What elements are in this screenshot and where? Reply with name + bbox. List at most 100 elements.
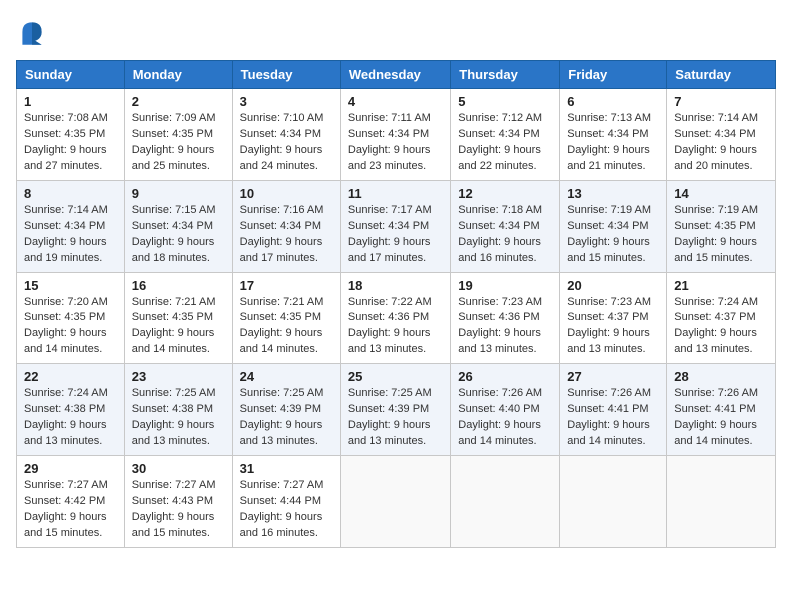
day-number: 30 — [132, 461, 225, 476]
calendar-cell: 14 Sunrise: 7:19 AMSunset: 4:35 PMDayligh… — [667, 180, 776, 272]
day-info: Sunrise: 7:27 AMSunset: 4:44 PMDaylight:… — [240, 478, 333, 542]
calendar-cell: 8 Sunrise: 7:14 AMSunset: 4:34 PMDaylight… — [17, 180, 125, 272]
day-info: Sunrise: 7:12 AMSunset: 4:34 PMDaylight:… — [458, 111, 552, 175]
header-wednesday: Wednesday — [340, 61, 450, 89]
day-info: Sunrise: 7:26 AMSunset: 4:40 PMDaylight:… — [458, 386, 552, 450]
calendar-cell: 26 Sunrise: 7:26 AMSunset: 4:40 PMDayligh… — [451, 364, 560, 456]
day-info: Sunrise: 7:27 AMSunset: 4:42 PMDaylight:… — [24, 478, 117, 542]
day-number: 5 — [458, 94, 552, 109]
day-info: Sunrise: 7:13 AMSunset: 4:34 PMDaylight:… — [567, 111, 659, 175]
day-info: Sunrise: 7:19 AMSunset: 4:34 PMDaylight:… — [567, 203, 659, 267]
calendar-header-row: SundayMondayTuesdayWednesdayThursdayFrid… — [17, 61, 776, 89]
calendar-cell: 5 Sunrise: 7:12 AMSunset: 4:34 PMDaylight… — [451, 89, 560, 181]
calendar-cell: 9 Sunrise: 7:15 AMSunset: 4:34 PMDaylight… — [124, 180, 232, 272]
calendar-cell: 2 Sunrise: 7:09 AMSunset: 4:35 PMDaylight… — [124, 89, 232, 181]
day-number: 18 — [348, 278, 443, 293]
day-number: 22 — [24, 369, 117, 384]
week-row-2: 8 Sunrise: 7:14 AMSunset: 4:34 PMDaylight… — [17, 180, 776, 272]
calendar-cell: 18 Sunrise: 7:22 AMSunset: 4:36 PMDayligh… — [340, 272, 450, 364]
calendar-cell: 25 Sunrise: 7:25 AMSunset: 4:39 PMDayligh… — [340, 364, 450, 456]
day-number: 4 — [348, 94, 443, 109]
calendar-cell: 12 Sunrise: 7:18 AMSunset: 4:34 PMDayligh… — [451, 180, 560, 272]
calendar-cell: 7 Sunrise: 7:14 AMSunset: 4:34 PMDaylight… — [667, 89, 776, 181]
day-number: 21 — [674, 278, 768, 293]
calendar-cell: 4 Sunrise: 7:11 AMSunset: 4:34 PMDaylight… — [340, 89, 450, 181]
header-tuesday: Tuesday — [232, 61, 340, 89]
day-number: 25 — [348, 369, 443, 384]
header-monday: Monday — [124, 61, 232, 89]
page-header — [16, 16, 776, 48]
calendar-cell: 11Sunrise: 7:17 AMSunset: 4:34 PMDayligh… — [340, 180, 450, 272]
day-number: 12 — [458, 186, 552, 201]
day-info: Sunrise: 7:15 AMSunset: 4:34 PMDaylight:… — [132, 203, 225, 267]
day-number: 17 — [240, 278, 333, 293]
calendar-cell: 30 Sunrise: 7:27 AMSunset: 4:43 PMDayligh… — [124, 456, 232, 548]
logo-icon — [16, 16, 48, 48]
day-info: Sunrise: 7:21 AMSunset: 4:35 PMDaylight:… — [132, 295, 225, 359]
day-info: Sunrise: 7:26 AMSunset: 4:41 PMDaylight:… — [674, 386, 768, 450]
calendar-cell: 20 Sunrise: 7:23 AMSunset: 4:37 PMDayligh… — [560, 272, 667, 364]
day-number: 14 — [674, 186, 768, 201]
header-friday: Friday — [560, 61, 667, 89]
calendar-cell: 16 Sunrise: 7:21 AMSunset: 4:35 PMDayligh… — [124, 272, 232, 364]
calendar-cell: 21Sunrise: 7:24 AMSunset: 4:37 PMDayligh… — [667, 272, 776, 364]
day-info: Sunrise: 7:19 AMSunset: 4:35 PMDaylight:… — [674, 203, 768, 267]
calendar-cell: 22 Sunrise: 7:24 AMSunset: 4:38 PMDayligh… — [17, 364, 125, 456]
calendar-cell — [560, 456, 667, 548]
day-info: Sunrise: 7:25 AMSunset: 4:39 PMDaylight:… — [240, 386, 333, 450]
day-info: Sunrise: 7:21 AMSunset: 4:35 PMDaylight:… — [240, 295, 333, 359]
day-info: Sunrise: 7:11 AMSunset: 4:34 PMDaylight:… — [348, 111, 443, 175]
day-number: 16 — [132, 278, 225, 293]
day-info: Sunrise: 7:23 AMSunset: 4:37 PMDaylight:… — [567, 295, 659, 359]
calendar-cell: 24 Sunrise: 7:25 AMSunset: 4:39 PMDayligh… — [232, 364, 340, 456]
day-number: 27 — [567, 369, 659, 384]
day-number: 29 — [24, 461, 117, 476]
header-thursday: Thursday — [451, 61, 560, 89]
day-info: Sunrise: 7:26 AMSunset: 4:41 PMDaylight:… — [567, 386, 659, 450]
week-row-5: 29 Sunrise: 7:27 AMSunset: 4:42 PMDayligh… — [17, 456, 776, 548]
day-info: Sunrise: 7:24 AMSunset: 4:38 PMDaylight:… — [24, 386, 117, 450]
calendar-cell: 31 Sunrise: 7:27 AMSunset: 4:44 PMDayligh… — [232, 456, 340, 548]
day-number: 10 — [240, 186, 333, 201]
header-sunday: Sunday — [17, 61, 125, 89]
calendar-cell: 13Sunrise: 7:19 AMSunset: 4:34 PMDayligh… — [560, 180, 667, 272]
day-number: 7 — [674, 94, 768, 109]
day-number: 15 — [24, 278, 117, 293]
week-row-1: 1Sunrise: 7:08 AMSunset: 4:35 PMDaylight… — [17, 89, 776, 181]
calendar-cell: 28 Sunrise: 7:26 AMSunset: 4:41 PMDayligh… — [667, 364, 776, 456]
week-row-3: 15 Sunrise: 7:20 AMSunset: 4:35 PMDayligh… — [17, 272, 776, 364]
calendar-cell — [451, 456, 560, 548]
day-info: Sunrise: 7:20 AMSunset: 4:35 PMDaylight:… — [24, 295, 117, 359]
day-info: Sunrise: 7:27 AMSunset: 4:43 PMDaylight:… — [132, 478, 225, 542]
calendar-cell: 10Sunrise: 7:16 AMSunset: 4:34 PMDayligh… — [232, 180, 340, 272]
day-info: Sunrise: 7:25 AMSunset: 4:38 PMDaylight:… — [132, 386, 225, 450]
day-info: Sunrise: 7:09 AMSunset: 4:35 PMDaylight:… — [132, 111, 225, 175]
calendar-cell: 6 Sunrise: 7:13 AMSunset: 4:34 PMDaylight… — [560, 89, 667, 181]
calendar-cell: 19Sunrise: 7:23 AMSunset: 4:36 PMDayligh… — [451, 272, 560, 364]
header-saturday: Saturday — [667, 61, 776, 89]
week-row-4: 22 Sunrise: 7:24 AMSunset: 4:38 PMDayligh… — [17, 364, 776, 456]
day-number: 23 — [132, 369, 225, 384]
day-number: 26 — [458, 369, 552, 384]
day-number: 3 — [240, 94, 333, 109]
day-info: Sunrise: 7:25 AMSunset: 4:39 PMDaylight:… — [348, 386, 443, 450]
day-number: 11 — [348, 186, 443, 201]
day-number: 19 — [458, 278, 552, 293]
day-number: 6 — [567, 94, 659, 109]
day-number: 28 — [674, 369, 768, 384]
day-number: 20 — [567, 278, 659, 293]
day-info: Sunrise: 7:22 AMSunset: 4:36 PMDaylight:… — [348, 295, 443, 359]
day-number: 8 — [24, 186, 117, 201]
day-number: 24 — [240, 369, 333, 384]
calendar-cell: 3Sunrise: 7:10 AMSunset: 4:34 PMDaylight… — [232, 89, 340, 181]
calendar-cell: 27 Sunrise: 7:26 AMSunset: 4:41 PMDayligh… — [560, 364, 667, 456]
day-info: Sunrise: 7:18 AMSunset: 4:34 PMDaylight:… — [458, 203, 552, 267]
day-info: Sunrise: 7:14 AMSunset: 4:34 PMDaylight:… — [24, 203, 117, 267]
calendar-cell: 17 Sunrise: 7:21 AMSunset: 4:35 PMDayligh… — [232, 272, 340, 364]
day-info: Sunrise: 7:14 AMSunset: 4:34 PMDaylight:… — [674, 111, 768, 175]
day-number: 2 — [132, 94, 225, 109]
day-number: 9 — [132, 186, 225, 201]
day-number: 31 — [240, 461, 333, 476]
calendar-cell: 1Sunrise: 7:08 AMSunset: 4:35 PMDaylight… — [17, 89, 125, 181]
day-number: 1 — [24, 94, 117, 109]
